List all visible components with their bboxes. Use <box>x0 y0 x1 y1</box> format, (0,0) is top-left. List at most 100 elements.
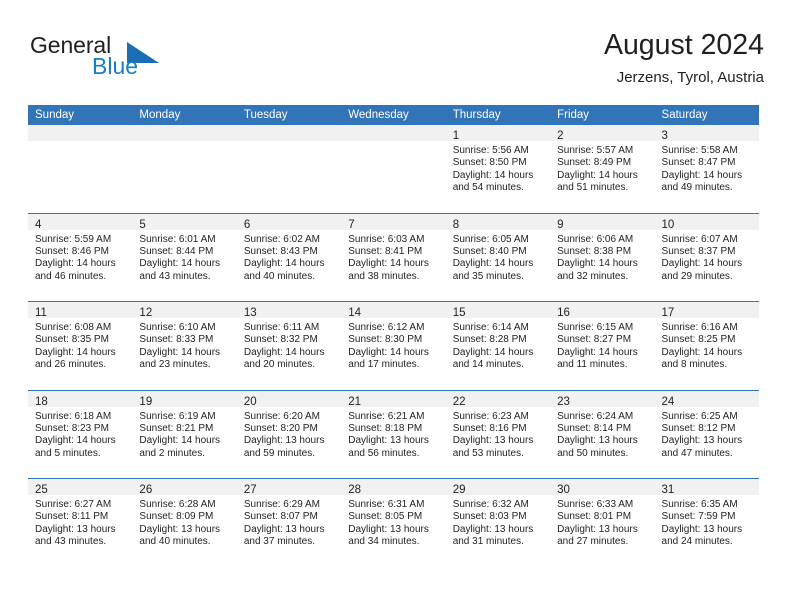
daylight-text-line1: Daylight: 14 hours <box>139 258 221 270</box>
day-cell[interactable]: 6 Sunrise: 6:02 AM Sunset: 8:43 PM Daylight… <box>236 213 342 301</box>
calendar-weeks: 1 Sunrise: 5:56 AM Sunset: 8:50 PM Daylight… <box>28 125 759 567</box>
day-cell[interactable]: 5 Sunrise: 6:01 AM Sunset: 8:44 PM Daylight… <box>132 213 237 301</box>
sunrise-text: Sunrise: 6:28 AM <box>139 499 216 510</box>
daylight-text-line1: Daylight: 14 hours <box>452 258 534 270</box>
weekday-header-sunday: Sunday <box>35 109 75 121</box>
day-cell-empty <box>132 125 237 213</box>
day-number-band: 28 <box>341 479 446 496</box>
sunset-text: Sunset: 8:32 PM <box>243 334 318 346</box>
day-number-band: 8 <box>445 213 551 231</box>
day-cell[interactable]: 11 Sunrise: 6:08 AM Sunset: 8:35 PM Dayligh… <box>28 302 133 390</box>
day-cell[interactable]: 7 Sunrise: 6:03 AM Sunset: 8:41 PM Daylight… <box>341 213 446 301</box>
daylight-text-line1: Daylight: 14 hours <box>452 346 534 358</box>
day-number-band: 31 <box>654 479 759 496</box>
day-cell[interactable]: 1 Sunrise: 5:56 AM Sunset: 8:50 PM Daylight… <box>445 125 551 213</box>
daylight-text-line1: Daylight: 14 hours <box>557 346 638 358</box>
general-blue-logo[interactable]: General Blue <box>30 32 240 90</box>
calendar-page: General Blue August 2024 Jerzens, Tyrol,… <box>0 0 792 612</box>
daylight-text-line1: Daylight: 13 hours <box>139 523 221 535</box>
daylight-text-line2: and 32 minutes. <box>557 270 629 282</box>
day-cell[interactable]: 15 Sunrise: 6:14 AM Sunset: 8:28 PM Dayligh… <box>445 302 551 390</box>
day-number-band: 14 <box>341 302 446 319</box>
sunset-text: Sunset: 8:12 PM <box>661 422 736 434</box>
day-details: Sunrise: 6:23 AM Sunset: 8:16 PM Daylight:… <box>446 407 550 461</box>
day-cell[interactable]: 19 Sunrise: 6:19 AM Sunset: 8:21 PM Dayligh… <box>132 390 237 478</box>
day-cell[interactable]: 13 Sunrise: 6:11 AM Sunset: 8:32 PM Dayligh… <box>236 302 342 390</box>
day-cell[interactable]: 2 Sunrise: 5:57 AM Sunset: 8:49 PM Daylight… <box>550 125 655 213</box>
day-cell[interactable]: 9 Sunrise: 6:06 AM Sunset: 8:38 PM Daylight… <box>550 213 655 301</box>
daylight-text-line1: Daylight: 13 hours <box>452 523 534 535</box>
day-cell[interactable]: 16 Sunrise: 6:15 AM Sunset: 8:27 PM Dayligh… <box>550 302 655 390</box>
day-cell[interactable]: 27 Sunrise: 6:29 AM Sunset: 8:07 PM Dayligh… <box>236 479 342 567</box>
day-cell[interactable]: 20 Sunrise: 6:20 AM Sunset: 8:20 PM Dayligh… <box>236 390 342 478</box>
daylight-text-line2: and 26 minutes. <box>35 359 107 371</box>
day-number-band <box>132 125 237 141</box>
day-cell[interactable]: 18 Sunrise: 6:18 AM Sunset: 8:23 PM Dayligh… <box>28 390 133 478</box>
daylight-text-line1: Daylight: 14 hours <box>35 346 116 358</box>
day-details: Sunrise: 6:11 AM Sunset: 8:32 PM Daylight:… <box>237 318 341 372</box>
daylight-text-line1: Daylight: 14 hours <box>243 258 325 270</box>
day-cell[interactable]: 21 Sunrise: 6:21 AM Sunset: 8:18 PM Dayligh… <box>341 390 446 478</box>
day-details: Sunrise: 6:14 AM Sunset: 8:28 PM Daylight:… <box>446 318 550 372</box>
sunset-text: Sunset: 8:20 PM <box>243 422 318 434</box>
day-cell[interactable]: 29 Sunrise: 6:32 AM Sunset: 8:03 PM Dayligh… <box>445 479 551 567</box>
sunset-text: Sunset: 8:09 PM <box>139 511 214 523</box>
day-details: Sunrise: 6:15 AM Sunset: 8:27 PM Daylight:… <box>550 318 654 372</box>
day-number-band: 25 <box>28 479 133 496</box>
daylight-text-line2: and 43 minutes. <box>139 270 211 282</box>
day-number-band: 22 <box>445 390 551 408</box>
day-details: Sunrise: 6:16 AM Sunset: 8:25 PM Daylight:… <box>655 318 759 372</box>
day-cell[interactable]: 4 Sunrise: 5:59 AM Sunset: 8:46 PM Daylight… <box>28 213 133 301</box>
daylight-text-line2: and 20 minutes. <box>243 359 316 371</box>
day-details: Sunrise: 6:19 AM Sunset: 8:21 PM Daylight:… <box>132 407 236 461</box>
sunset-text: Sunset: 8:03 PM <box>452 511 527 523</box>
daylight-text-line1: Daylight: 13 hours <box>557 523 638 535</box>
daylight-text-line2: and 29 minutes. <box>661 270 733 282</box>
day-cell[interactable]: 12 Sunrise: 6:10 AM Sunset: 8:33 PM Dayligh… <box>132 302 237 390</box>
sunset-text: Sunset: 8:43 PM <box>243 245 318 257</box>
day-details: Sunrise: 6:28 AM Sunset: 8:09 PM Daylight:… <box>132 495 236 549</box>
day-cell[interactable]: 10 Sunrise: 6:07 AM Sunset: 8:37 PM Dayligh… <box>654 213 759 301</box>
daylight-text-line1: Daylight: 13 hours <box>452 435 534 447</box>
daylight-text-line2: and 34 minutes. <box>348 536 420 548</box>
day-cell[interactable]: 23 Sunrise: 6:24 AM Sunset: 8:14 PM Dayligh… <box>550 390 655 478</box>
day-number-band: 1 <box>445 125 551 142</box>
day-cell[interactable]: 28 Sunrise: 6:31 AM Sunset: 8:05 PM Dayligh… <box>341 479 446 567</box>
sunrise-text: Sunrise: 6:27 AM <box>35 499 112 510</box>
daylight-text-line1: Daylight: 13 hours <box>243 523 325 535</box>
day-number-band: 29 <box>445 479 551 496</box>
day-number-band <box>236 125 342 141</box>
day-cell[interactable]: 14 Sunrise: 6:12 AM Sunset: 8:30 PM Dayligh… <box>341 302 446 390</box>
day-number-band: 27 <box>236 479 342 496</box>
day-number-band: 5 <box>132 213 237 231</box>
sunset-text: Sunset: 8:47 PM <box>661 157 736 169</box>
day-cell[interactable]: 25 Sunrise: 6:27 AM Sunset: 8:11 PM Dayligh… <box>28 479 133 567</box>
daylight-text-line2: and 54 minutes. <box>452 182 524 194</box>
day-cell[interactable]: 31 Sunrise: 6:35 AM Sunset: 7:59 PM Dayligh… <box>654 479 759 567</box>
day-number-band: 21 <box>341 390 446 408</box>
sunrise-text: Sunrise: 6:11 AM <box>243 322 320 333</box>
daylight-text-line2: and 59 minutes. <box>243 447 316 459</box>
daylight-text-line2: and 56 minutes. <box>348 447 420 459</box>
daylight-text-line1: Daylight: 14 hours <box>35 435 116 447</box>
sunrise-text: Sunrise: 6:07 AM <box>661 233 738 245</box>
day-details: Sunrise: 6:27 AM Sunset: 8:11 PM Daylight:… <box>28 495 132 549</box>
day-number-band: 7 <box>341 213 446 231</box>
day-cell[interactable]: 3 Sunrise: 5:58 AM Sunset: 8:47 PM Daylight… <box>654 125 759 213</box>
day-cell[interactable]: 30 Sunrise: 6:33 AM Sunset: 8:01 PM Dayligh… <box>550 479 655 567</box>
sunrise-text: Sunrise: 6:31 AM <box>348 499 425 510</box>
sunset-text: Sunset: 8:11 PM <box>35 511 109 523</box>
day-cell[interactable]: 17 Sunrise: 6:16 AM Sunset: 8:25 PM Dayligh… <box>654 302 759 390</box>
day-cell[interactable]: 8 Sunrise: 6:05 AM Sunset: 8:40 PM Daylight… <box>445 213 551 301</box>
day-details: Sunrise: 6:21 AM Sunset: 8:18 PM Daylight:… <box>341 407 445 461</box>
sunset-text: Sunset: 8:41 PM <box>348 245 423 257</box>
day-number-band: 26 <box>132 479 237 496</box>
sunrise-text: Sunrise: 6:19 AM <box>139 410 216 422</box>
day-cell[interactable]: 24 Sunrise: 6:25 AM Sunset: 8:12 PM Dayligh… <box>654 390 759 478</box>
sunrise-text: Sunrise: 6:14 AM <box>452 322 529 333</box>
day-cell[interactable]: 22 Sunrise: 6:23 AM Sunset: 8:16 PM Dayligh… <box>445 390 551 478</box>
daylight-text-line1: Daylight: 14 hours <box>348 346 429 358</box>
sunset-text: Sunset: 8:23 PM <box>35 422 109 434</box>
day-cell[interactable]: 26 Sunrise: 6:28 AM Sunset: 8:09 PM Dayligh… <box>132 479 237 567</box>
sunrise-text: Sunrise: 6:12 AM <box>348 322 425 333</box>
